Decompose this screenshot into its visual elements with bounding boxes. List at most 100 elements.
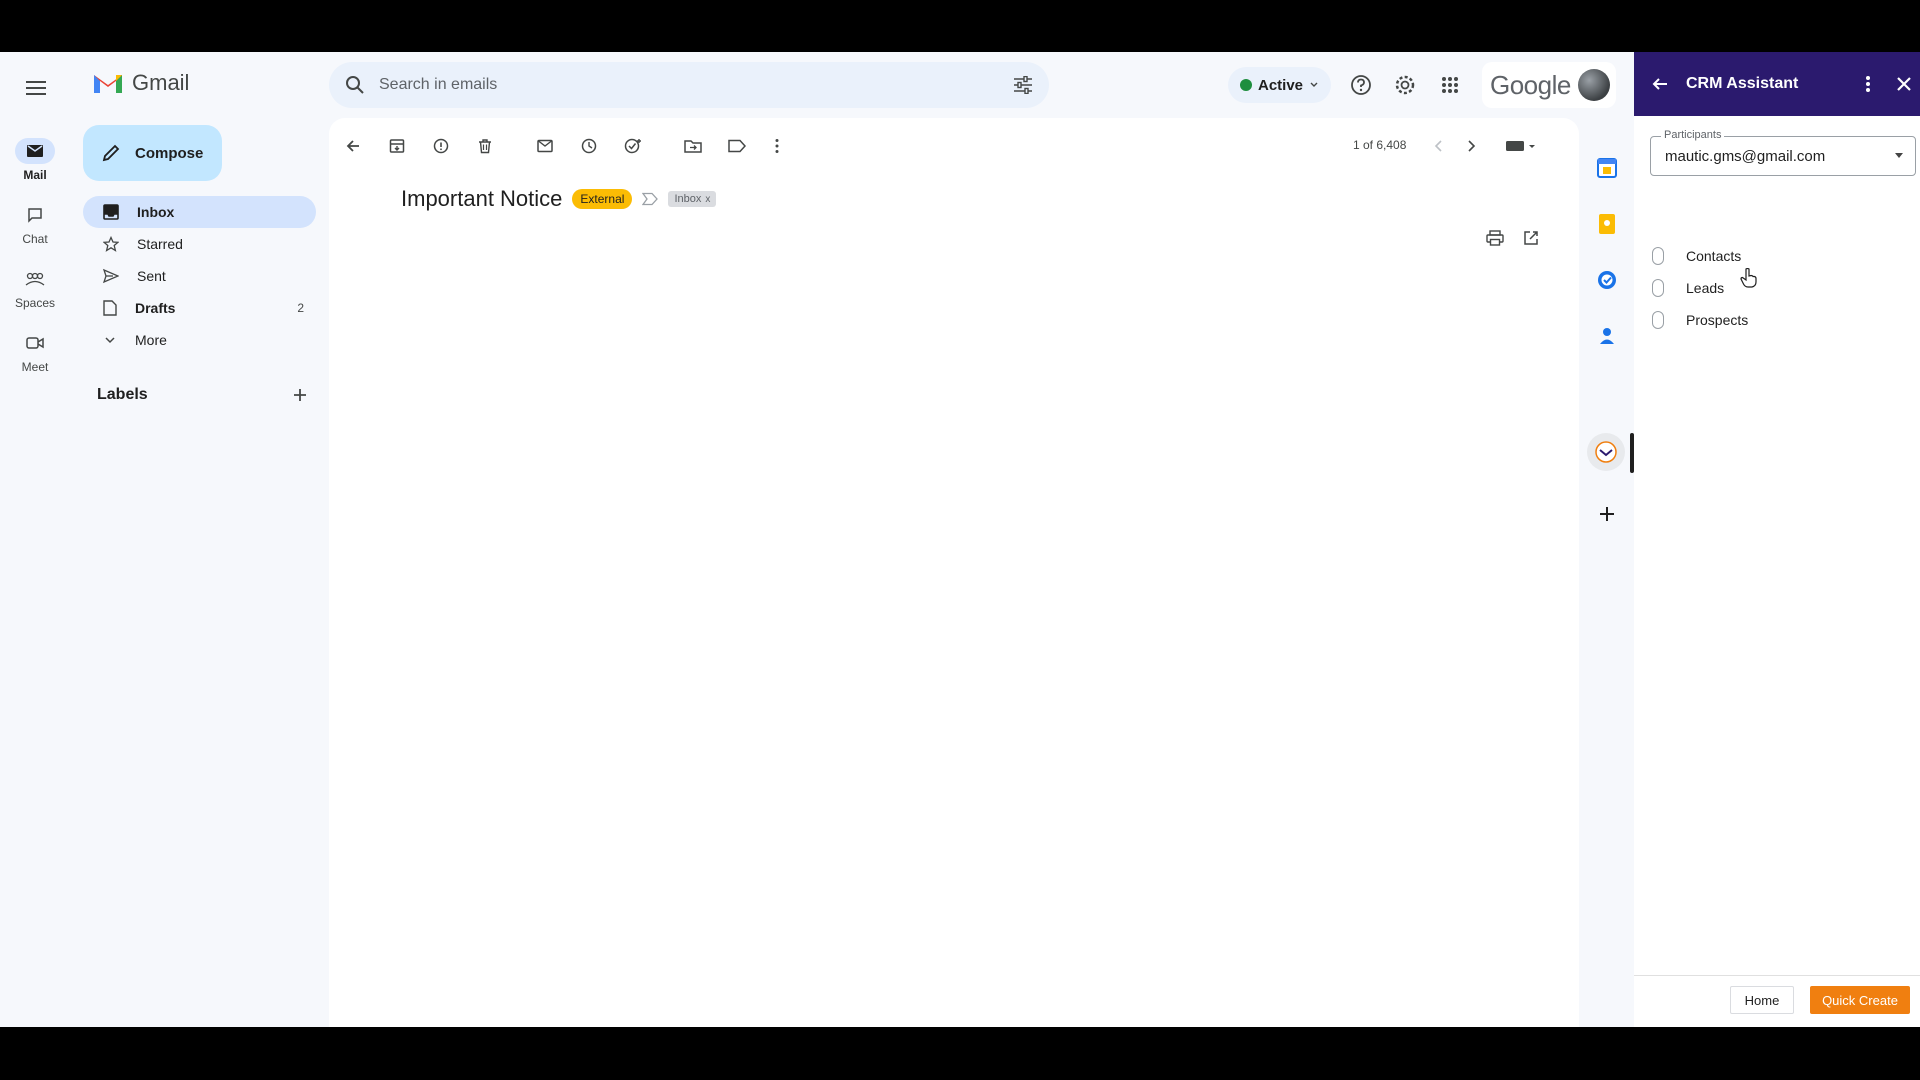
rail-chat-label: Chat xyxy=(22,232,48,246)
pencil-icon xyxy=(102,144,120,162)
chevron-left-icon xyxy=(1434,140,1442,152)
rail-meet[interactable]: Meet xyxy=(0,330,70,386)
inbox-label-text: Inbox xyxy=(674,193,702,205)
crm-footer: Home Quick Create xyxy=(1634,975,1920,1027)
search-icon[interactable] xyxy=(345,75,365,95)
message-subject-row: Important Notice External Inbox x xyxy=(401,186,717,212)
report-spam-button[interactable] xyxy=(427,132,455,160)
nav-drafts[interactable]: Drafts 2 xyxy=(83,292,316,324)
crm-assistant-app-button[interactable] xyxy=(1587,433,1625,471)
older-button[interactable] xyxy=(1457,132,1485,160)
get-addons-button[interactable] xyxy=(1595,502,1619,526)
contacts-app-button[interactable] xyxy=(1595,324,1619,348)
crm-close-button[interactable] xyxy=(1890,70,1918,98)
report-icon xyxy=(433,138,449,154)
archive-icon xyxy=(389,139,405,153)
calendar-app-button[interactable] xyxy=(1595,156,1619,180)
rail-spaces[interactable]: Spaces xyxy=(0,266,70,322)
rail-chat[interactable]: Chat xyxy=(0,202,70,258)
crm-addon-icon xyxy=(1595,441,1617,463)
message-subject: Important Notice xyxy=(401,186,563,211)
close-icon xyxy=(1897,77,1911,91)
crm-more-button[interactable] xyxy=(1854,70,1882,98)
keep-app-button[interactable] xyxy=(1595,212,1619,236)
participants-select[interactable]: Participants mautic.gms@gmail.com xyxy=(1650,129,1916,176)
home-button[interactable]: Home xyxy=(1730,986,1794,1014)
chevron-down-icon xyxy=(1310,82,1318,87)
label-button[interactable] xyxy=(723,132,751,160)
rail-meet-label: Meet xyxy=(21,360,49,374)
help-button[interactable] xyxy=(1348,72,1374,98)
tasks-app-button[interactable] xyxy=(1595,268,1619,292)
open-new-window-button[interactable] xyxy=(1517,224,1545,252)
plus-icon[interactable] xyxy=(293,388,307,402)
participants-value: mautic.gms@gmail.com xyxy=(1665,148,1826,165)
input-tools-button[interactable] xyxy=(1501,132,1541,160)
app-rail: Mail Chat Spaces Meet xyxy=(0,52,70,1027)
more-vert-icon xyxy=(1866,76,1870,92)
pagination-text: 1 of 6,408 xyxy=(1353,138,1407,152)
settings-button[interactable] xyxy=(1392,72,1418,98)
label-icon xyxy=(728,139,746,153)
nav-inbox[interactable]: Inbox xyxy=(83,196,316,228)
compose-button[interactable]: Compose xyxy=(83,125,222,181)
crm-back-button[interactable] xyxy=(1646,70,1674,98)
mark-unread-button[interactable] xyxy=(531,132,559,160)
more-vert-icon xyxy=(775,139,779,153)
nav-drafts-label: Drafts xyxy=(135,300,176,316)
remove-label-button[interactable]: x xyxy=(705,194,710,205)
snooze-button[interactable] xyxy=(575,132,603,160)
main-menu-button[interactable] xyxy=(18,72,54,104)
move-to-button[interactable] xyxy=(679,132,707,160)
nav-sent-label: Sent xyxy=(137,268,166,284)
quick-create-button[interactable]: Quick Create xyxy=(1810,986,1910,1014)
nav-sent[interactable]: Sent xyxy=(83,260,316,292)
delete-button[interactable] xyxy=(471,132,499,160)
option-contacts[interactable]: Contacts xyxy=(1652,244,1892,268)
participants-label: Participants xyxy=(1661,129,1725,141)
nav-more[interactable]: More xyxy=(83,324,316,356)
inbox-icon xyxy=(103,204,119,220)
search-input[interactable] xyxy=(379,76,1013,94)
labels-section-header: Labels xyxy=(97,386,307,404)
chevron-right-icon xyxy=(1468,140,1476,152)
rail-mail[interactable]: Mail xyxy=(0,138,70,194)
drafts-count: 2 xyxy=(297,301,304,315)
status-label: Active xyxy=(1258,76,1304,94)
crm-header: CRM Assistant xyxy=(1634,52,1920,116)
app-name: Gmail xyxy=(132,70,190,95)
more-actions-button[interactable] xyxy=(763,132,791,160)
search-bar xyxy=(329,62,1049,108)
clock-icon xyxy=(581,138,597,154)
labels-title: Labels xyxy=(97,386,148,403)
side-panel-strip xyxy=(1579,118,1635,1027)
status-selector[interactable]: Active xyxy=(1228,67,1332,103)
back-button[interactable] xyxy=(339,132,367,160)
nav-starred[interactable]: Starred xyxy=(83,228,316,260)
archive-button[interactable] xyxy=(383,132,411,160)
compose-label: Compose xyxy=(135,144,204,162)
radio-icon xyxy=(1652,247,1664,265)
draft-file-icon xyxy=(103,300,117,316)
search-options-icon[interactable] xyxy=(1013,76,1033,94)
option-leads[interactable]: Leads xyxy=(1652,276,1892,300)
newer-button[interactable] xyxy=(1425,132,1453,160)
rail-mail-label: Mail xyxy=(23,168,47,182)
google-account-button[interactable]: Google xyxy=(1482,62,1616,108)
print-button[interactable] xyxy=(1481,224,1509,252)
envelope-icon xyxy=(537,139,553,153)
importance-marker-icon[interactable] xyxy=(642,192,659,206)
folder-move-icon xyxy=(684,140,702,153)
status-dot xyxy=(1240,79,1252,91)
keep-icon xyxy=(1599,214,1615,234)
apps-grid-icon xyxy=(1442,77,1458,93)
inbox-label-chip: Inbox x xyxy=(668,191,717,207)
add-task-button[interactable] xyxy=(619,132,647,160)
crm-assistant-panel: CRM Assistant Participants mautic.gms@gm… xyxy=(1634,52,1920,1027)
message-view: 1 of 6,408 Important Notice External Inb… xyxy=(329,118,1579,1027)
gmail-logo[interactable]: Gmail xyxy=(92,70,189,96)
option-contacts-label: Contacts xyxy=(1686,248,1742,264)
option-prospects[interactable]: Prospects xyxy=(1652,308,1892,332)
apps-button[interactable] xyxy=(1437,72,1463,98)
trash-icon xyxy=(479,139,491,154)
